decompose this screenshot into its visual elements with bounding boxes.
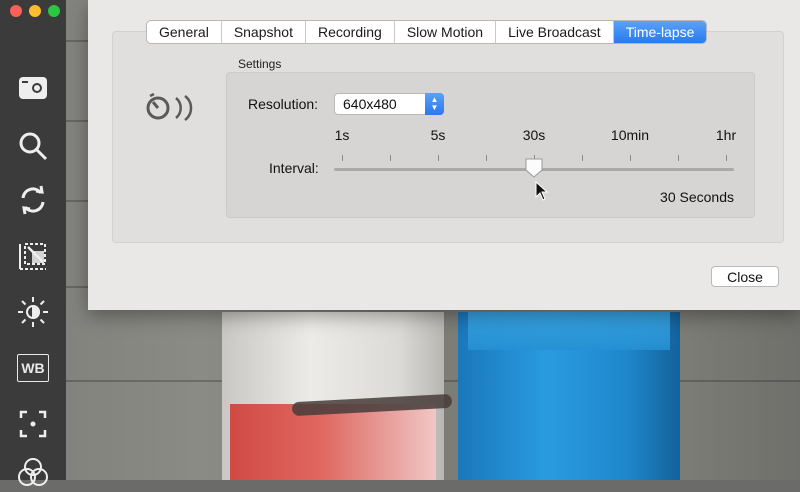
interval-tick xyxy=(486,155,487,161)
tab-recording[interactable]: Recording xyxy=(306,21,395,43)
interval-tick-label: 5s xyxy=(430,127,446,143)
white-balance-label: WB xyxy=(17,354,49,382)
resolution-select[interactable]: 640x480 ▲ ▼ xyxy=(334,93,444,115)
wb-icon[interactable]: WB xyxy=(13,348,53,388)
tab-general[interactable]: General xyxy=(147,21,222,43)
interval-tick xyxy=(342,155,343,161)
tab-snapshot[interactable]: Snapshot xyxy=(222,21,306,43)
close-button[interactable]: Close xyxy=(711,266,779,287)
interval-tick xyxy=(438,155,439,161)
rotate-arrows-icon[interactable] xyxy=(13,180,53,220)
blue-container-top xyxy=(468,312,670,350)
drive-icon[interactable] xyxy=(13,68,53,108)
resolution-value: 640x480 xyxy=(343,96,397,112)
tab-live-broadcast[interactable]: Live Broadcast xyxy=(496,21,614,43)
tab-slow-motion[interactable]: Slow Motion xyxy=(395,21,497,43)
traffic-light-minimize[interactable] xyxy=(29,5,41,17)
focus-icon[interactable] xyxy=(13,404,53,444)
timelapse-icon xyxy=(144,90,200,124)
interval-value-text: 30 Seconds xyxy=(660,189,734,205)
interval-tick xyxy=(582,155,583,161)
tool-sidebar: WB xyxy=(0,0,66,486)
preferences-window: General Snapshot Recording Slow Motion L… xyxy=(88,0,800,310)
red-liquid xyxy=(230,404,436,480)
interval-tick-label: 10min xyxy=(610,127,650,143)
interval-tick xyxy=(678,155,679,161)
tab-bar: General Snapshot Recording Slow Motion L… xyxy=(146,20,708,44)
settings-heading: Settings xyxy=(238,57,282,71)
traffic-lights xyxy=(10,5,60,17)
resolution-label: Resolution: xyxy=(248,96,319,112)
tab-time-lapse[interactable]: Time-lapse xyxy=(613,21,707,43)
traffic-light-close[interactable] xyxy=(10,5,22,17)
interval-tick-label: 1hr xyxy=(715,127,737,143)
traffic-light-zoom[interactable] xyxy=(48,5,60,17)
magnifier-icon[interactable] xyxy=(13,126,53,166)
interval-tick-label: 30s xyxy=(522,127,546,143)
interval-tick xyxy=(726,155,727,161)
color-circles-icon[interactable] xyxy=(13,452,53,492)
blue-liquid-container xyxy=(458,312,680,480)
interval-tick-label: 1s xyxy=(334,127,350,143)
interval-tick xyxy=(630,155,631,161)
mouse-cursor-icon xyxy=(535,181,549,201)
crop-icon[interactable] xyxy=(13,236,53,276)
interval-label: Interval: xyxy=(269,160,319,176)
interval-slider-knob[interactable] xyxy=(525,158,543,178)
brightness-icon[interactable] xyxy=(13,292,53,332)
red-liquid-container xyxy=(222,312,453,480)
select-arrows-icon: ▲ ▼ xyxy=(425,93,444,115)
interval-tick xyxy=(390,155,391,161)
